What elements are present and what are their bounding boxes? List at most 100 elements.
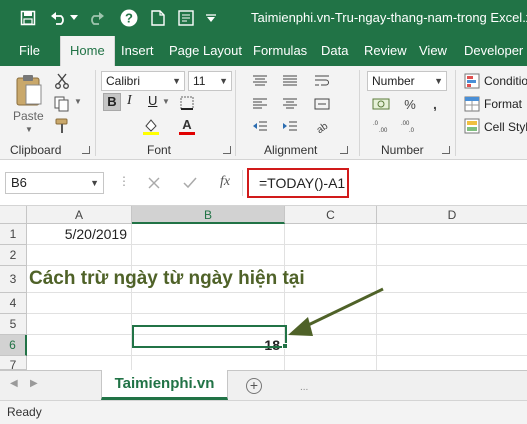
name-box[interactable]: B6 ▼	[5, 172, 104, 194]
help-icon[interactable]: ?	[118, 7, 140, 29]
align-center-icon[interactable]	[280, 95, 300, 113]
undo-icon[interactable]	[48, 7, 70, 29]
font-family-dropdown-icon[interactable]: ▼	[172, 72, 181, 90]
tab-developer[interactable]: Developer	[455, 36, 527, 66]
ribbon-divider	[359, 70, 360, 156]
confirm-entry-icon[interactable]	[182, 175, 198, 191]
ribbon-divider	[95, 70, 96, 156]
name-box-dropdown-icon[interactable]: ▼	[90, 173, 99, 193]
row-header-1[interactable]: 1	[0, 224, 27, 245]
alignment-group-label: Alignment	[264, 143, 318, 157]
fill-color-icon[interactable]	[140, 116, 162, 136]
svg-text:A: A	[182, 117, 192, 132]
row-header-3[interactable]: 3	[0, 266, 27, 293]
customize-toolbar-icon[interactable]	[204, 7, 218, 29]
column-header-d[interactable]: D	[377, 206, 527, 224]
formula-bar-grip-icon[interactable]: ⋮	[118, 174, 130, 188]
font-family-select[interactable]: Calibri ▼	[101, 71, 185, 91]
font-size-dropdown-icon[interactable]: ▼	[219, 72, 228, 90]
alignment-launcher-icon[interactable]	[340, 146, 348, 154]
select-all-button[interactable]	[0, 206, 27, 224]
currency-icon[interactable]	[370, 95, 392, 113]
copy-dropdown-icon[interactable]: ▼	[74, 97, 82, 106]
sheet-tab-taimienphi[interactable]: Taimienphi.vn	[101, 370, 228, 400]
row-header-2[interactable]: 2	[0, 245, 27, 266]
previous-sheet-icon[interactable]: ◀	[10, 378, 18, 389]
column-header-c[interactable]: C	[285, 206, 377, 224]
align-middle-icon[interactable]	[280, 72, 300, 90]
font-launcher-icon[interactable]	[223, 146, 231, 154]
cell-styles-icon[interactable]	[463, 117, 481, 135]
new-file-icon[interactable]	[147, 7, 169, 29]
insert-function-button[interactable]: fx	[220, 174, 230, 190]
tab-page-layout[interactable]: Page Layout	[160, 36, 251, 66]
cancel-entry-icon[interactable]	[146, 175, 162, 191]
align-left-icon[interactable]	[250, 95, 270, 113]
copy-icon[interactable]	[53, 95, 71, 113]
percent-icon[interactable]: %	[400, 95, 420, 113]
formula-input[interactable]: =TODAY()-A1	[247, 168, 349, 198]
font-family-value: Calibri	[106, 74, 141, 88]
tab-file[interactable]: File	[10, 36, 49, 66]
underline-dropdown-icon[interactable]: ▼	[162, 97, 170, 106]
orientation-icon[interactable]: ab	[312, 117, 332, 135]
column-header-a[interactable]: A	[27, 206, 132, 224]
add-sheet-button[interactable]: +	[246, 378, 262, 394]
format-painter-icon[interactable]	[53, 117, 71, 135]
row-header-4[interactable]: 4	[0, 293, 27, 314]
svg-text:.0: .0	[409, 128, 415, 133]
svg-text:ab: ab	[315, 121, 330, 133]
save-icon[interactable]	[17, 7, 39, 29]
row-header-7[interactable]: 7	[0, 356, 27, 370]
format-as-table-icon[interactable]	[463, 95, 481, 113]
format-as-table-button[interactable]: Format	[484, 97, 522, 111]
form-icon[interactable]	[175, 7, 197, 29]
number-format-select[interactable]: Number ▼	[367, 71, 447, 91]
decrease-decimal-icon[interactable]: .00.0	[400, 117, 422, 135]
tab-formulas[interactable]: Formulas	[244, 36, 316, 66]
tab-review[interactable]: Review	[355, 36, 416, 66]
undo-dropdown-icon[interactable]	[68, 7, 80, 29]
conditional-formatting-button[interactable]: Conditio	[484, 74, 527, 88]
decrease-indent-icon[interactable]	[250, 117, 270, 135]
tab-view[interactable]: View	[410, 36, 456, 66]
paste-dropdown-icon[interactable]: ▼	[25, 125, 33, 134]
increase-decimal-icon[interactable]: .0.00	[372, 117, 394, 135]
svg-text:.0: .0	[373, 121, 379, 127]
paste-icon[interactable]	[12, 72, 46, 108]
font-size-select[interactable]: 11 ▼	[188, 71, 232, 91]
italic-button[interactable]: I	[127, 93, 132, 109]
align-top-icon[interactable]	[250, 72, 270, 90]
bold-button[interactable]: B	[103, 93, 121, 111]
underline-button[interactable]: U	[148, 93, 157, 108]
ribbon-divider	[455, 70, 456, 156]
column-header-b[interactable]: B	[132, 206, 285, 224]
clipboard-launcher-icon[interactable]	[82, 146, 90, 154]
tab-home[interactable]: Home	[60, 36, 115, 66]
comma-style-icon[interactable]: ,	[425, 95, 445, 113]
gridline	[131, 224, 132, 370]
paste-label[interactable]: Paste	[13, 109, 44, 123]
sheet-tab-bar	[0, 370, 527, 400]
cell-a1[interactable]: 5/20/2019	[32, 224, 129, 245]
font-color-icon[interactable]: A	[176, 116, 198, 136]
svg-text:%: %	[404, 97, 416, 111]
wrap-text-icon[interactable]	[312, 72, 332, 90]
merge-center-icon[interactable]	[312, 95, 332, 113]
conditional-formatting-icon[interactable]	[463, 72, 481, 90]
cell-styles-button[interactable]: Cell Styl	[484, 120, 527, 134]
increase-indent-icon[interactable]	[280, 117, 300, 135]
cut-icon[interactable]	[53, 72, 71, 90]
tab-insert[interactable]: Insert	[112, 36, 163, 66]
name-box-value: B6	[11, 175, 27, 190]
sheet-tab-splitter[interactable]: ...	[300, 382, 308, 393]
window-title: Taimienphi.vn-Tru-ngay-thang-nam-trong E…	[251, 10, 527, 25]
tab-data[interactable]: Data	[312, 36, 357, 66]
row-header-5[interactable]: 5	[0, 314, 27, 335]
borders-icon[interactable]	[178, 94, 196, 112]
next-sheet-icon[interactable]: ▶	[30, 378, 38, 389]
number-launcher-icon[interactable]	[442, 146, 450, 154]
number-format-dropdown-icon[interactable]: ▼	[434, 72, 443, 90]
row-header-6[interactable]: 6	[0, 335, 27, 356]
redo-icon[interactable]	[86, 7, 108, 29]
